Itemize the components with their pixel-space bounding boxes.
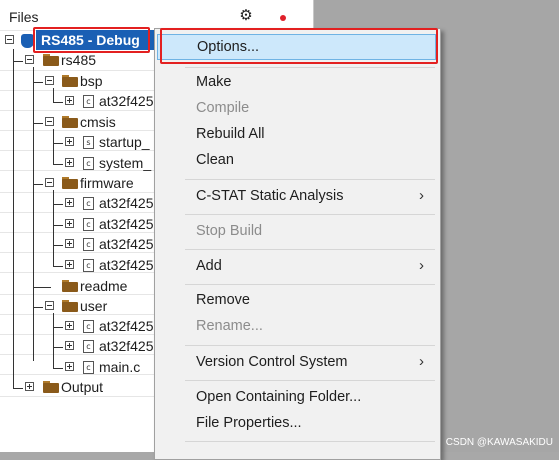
menu-item-open-containing-folder[interactable]: Open Containing Folder...: [157, 385, 436, 411]
c-file-icon: c: [83, 157, 94, 170]
tree-node-label: at32f425: [99, 338, 154, 354]
menu-item-file-properties[interactable]: File Properties...: [157, 411, 436, 437]
c-file-icon: c: [83, 361, 94, 374]
asm-file-icon: s: [83, 136, 94, 149]
menu-separator: [185, 179, 435, 180]
tree-node-label: startup_: [99, 134, 150, 150]
menu-item-label: File Properties...: [196, 415, 302, 431]
collapse-toggle-icon[interactable]: [25, 55, 34, 64]
submenu-arrow-icon: ›: [419, 187, 424, 204]
tree-node-label: firmware: [80, 175, 134, 191]
context-menu: Options... Make Compile Rebuild All Clea…: [154, 28, 441, 460]
tree-node-label: at32f425: [99, 236, 154, 252]
expand-toggle-icon[interactable]: [65, 260, 74, 269]
tree-node-label: at32f425: [99, 216, 154, 232]
menu-separator: [185, 67, 435, 68]
c-file-icon: c: [83, 197, 94, 210]
menu-item-compile[interactable]: Compile: [157, 96, 436, 122]
c-file-icon: c: [83, 320, 94, 333]
gear-icon[interactable]: ⚙: [238, 8, 254, 24]
menu-item-cstat[interactable]: C-STAT Static Analysis ›: [157, 184, 436, 210]
menu-item-label: C-STAT Static Analysis: [196, 188, 344, 204]
submenu-arrow-icon: ›: [419, 353, 424, 370]
folder-icon: [62, 300, 78, 312]
c-file-icon: c: [83, 340, 94, 353]
menu-item-label: Stop Build: [196, 223, 263, 239]
collapse-toggle-icon[interactable]: [45, 117, 54, 126]
menu-item-label: Open Containing Folder...: [196, 389, 362, 405]
watermark-text: CSDN @KAWASAKIDU: [445, 437, 553, 448]
tree-node-label: main.c: [99, 359, 141, 375]
expand-toggle-icon[interactable]: [65, 96, 74, 105]
tree-node-label: at32f425: [99, 318, 154, 334]
collapse-toggle-icon[interactable]: [45, 178, 54, 187]
tree-node-label: readme: [80, 278, 128, 294]
menu-item-label: Clean: [196, 152, 234, 168]
folder-icon: [43, 54, 59, 66]
expand-toggle-icon[interactable]: [65, 362, 74, 371]
menu-item-label: Rename...: [196, 318, 263, 334]
tree-node-label: at32f425: [99, 93, 154, 109]
expand-toggle-icon[interactable]: [65, 158, 74, 167]
menu-item-remove[interactable]: Remove: [157, 288, 436, 314]
expand-toggle-icon[interactable]: [65, 198, 74, 207]
c-file-icon: c: [83, 238, 94, 251]
menu-item-version-control[interactable]: Version Control System ›: [157, 350, 436, 376]
menu-item-make[interactable]: Make: [157, 70, 436, 96]
tree-node-label: user: [80, 298, 108, 314]
menu-item-label: Version Control System: [196, 354, 348, 370]
panel-header: Files ⚙: [0, 6, 313, 28]
menu-separator: [185, 441, 435, 442]
menu-item-label: Add: [196, 258, 222, 274]
folder-icon: [62, 116, 78, 128]
build-status-dot-icon[interactable]: [280, 15, 286, 21]
expand-toggle-icon[interactable]: [65, 137, 74, 146]
menu-item-label: Make: [196, 74, 232, 90]
menu-separator: [185, 249, 435, 250]
annotation-box-root: [33, 27, 150, 53]
menu-item-rename[interactable]: Rename...: [157, 314, 436, 340]
collapse-toggle-icon[interactable]: [5, 35, 14, 44]
expand-toggle-icon[interactable]: [25, 382, 34, 391]
c-file-icon: c: [83, 218, 94, 231]
menu-item-add[interactable]: Add ›: [157, 254, 436, 280]
menu-item-clean[interactable]: Clean: [157, 148, 436, 174]
collapse-toggle-icon[interactable]: [45, 76, 54, 85]
tree-node-label: bsp: [80, 73, 103, 89]
expand-toggle-icon[interactable]: [65, 321, 74, 330]
tree-node-label: cmsis: [80, 114, 116, 130]
folder-icon: [62, 280, 78, 292]
menu-item-rebuild-all[interactable]: Rebuild All: [157, 122, 436, 148]
collapse-toggle-icon[interactable]: [45, 301, 54, 310]
tree-node-label: at32f425: [99, 257, 154, 273]
folder-icon: [62, 177, 78, 189]
tree-node-label: rs485: [61, 52, 97, 68]
menu-item-label: Rebuild All: [196, 126, 265, 142]
menu-item-label: Compile: [196, 100, 250, 116]
expand-toggle-icon[interactable]: [65, 219, 74, 228]
menu-item-label: Remove: [196, 292, 250, 308]
folder-icon: [43, 381, 59, 393]
submenu-arrow-icon: ›: [419, 257, 424, 274]
menu-separator: [185, 284, 435, 285]
expand-toggle-icon[interactable]: [65, 341, 74, 350]
panel-title: Files: [9, 9, 39, 25]
expand-toggle-icon[interactable]: [65, 239, 74, 248]
folder-icon: [62, 75, 78, 87]
c-file-icon: c: [83, 95, 94, 108]
c-file-icon: c: [83, 259, 94, 272]
menu-separator: [185, 380, 435, 381]
tree-node-label: system_: [99, 155, 152, 171]
annotation-box-options: [160, 28, 438, 64]
menu-separator: [185, 345, 435, 346]
menu-item-stop-build[interactable]: Stop Build: [157, 219, 436, 245]
menu-separator: [185, 214, 435, 215]
tree-node-label: Output: [61, 379, 104, 395]
tree-node-label: at32f425: [99, 195, 154, 211]
